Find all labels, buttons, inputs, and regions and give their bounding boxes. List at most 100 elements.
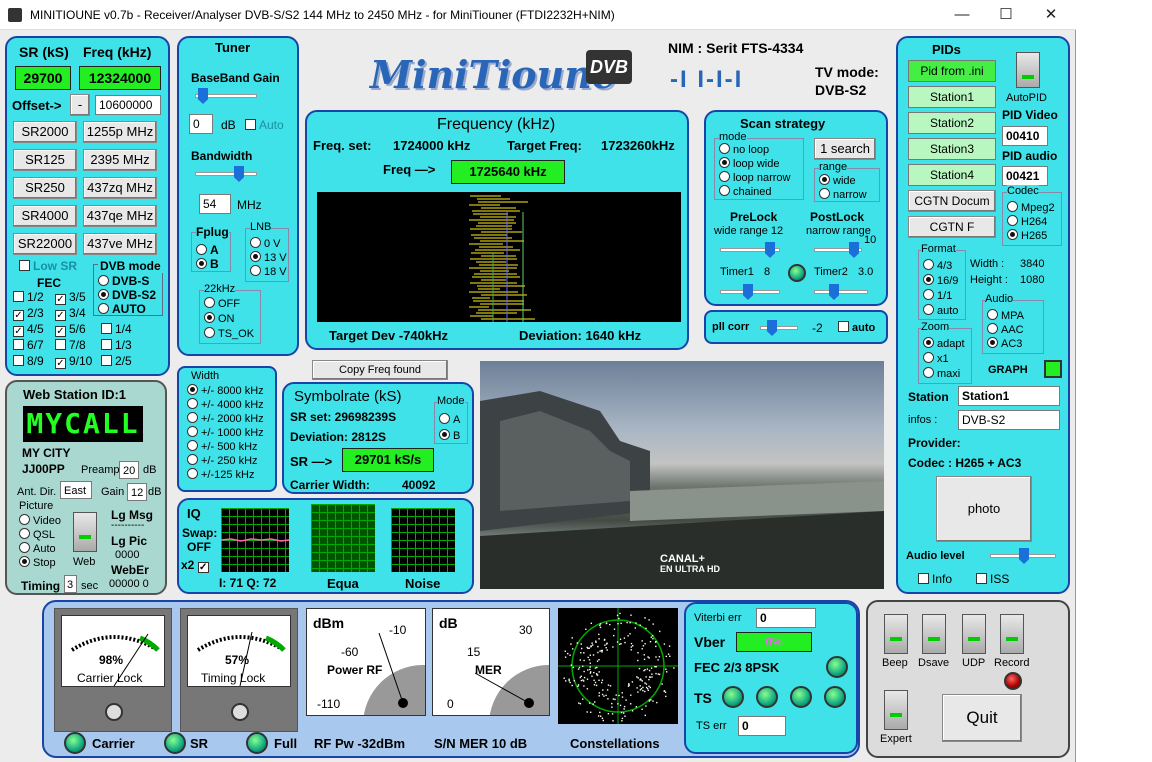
range-narrow-radio[interactable]: narrow <box>819 188 867 201</box>
station-input[interactable]: Station1 <box>958 386 1060 406</box>
fec-check[interactable]: ✓ <box>13 326 24 337</box>
fec-2-5-checkbox[interactable]: 2/5 <box>101 354 132 368</box>
pic-video-radio[interactable]: Video <box>19 514 61 527</box>
sr-preset-button[interactable]: SR4000 <box>13 205 77 227</box>
fec-check[interactable] <box>13 291 24 302</box>
freq-value[interactable]: 12324000 <box>79 66 161 90</box>
codec-h264-radio[interactable]: H264 <box>1007 215 1047 228</box>
pid-audio-input[interactable]: 00421 <box>1002 166 1048 186</box>
scan-noloop-radio[interactable]: no loop <box>719 143 769 156</box>
minimize-button[interactable]: — <box>942 4 982 26</box>
prelock-slider[interactable] <box>720 242 780 258</box>
freq-preset-button[interactable]: 1255p MHz <box>83 121 157 143</box>
dvb-s-radio[interactable]: DVB-S <box>98 274 149 288</box>
carrier-reset-button[interactable] <box>105 703 123 721</box>
dvb-s2-radio[interactable]: DVB-S2 <box>98 288 156 302</box>
zoom-maxi-radio[interactable]: maxi <box>923 367 960 380</box>
fec-checkbox[interactable]: ✓ 5/6 <box>55 322 86 337</box>
format-169-radio[interactable]: 16/9 <box>923 274 958 287</box>
fec-checkbox[interactable]: ✓ 2/3 <box>13 306 44 321</box>
freq-preset-button[interactable]: 2395 MHz <box>83 149 157 171</box>
cgtn-f-button[interactable]: CGTN F <box>908 216 996 238</box>
width-option-radio[interactable]: +/-125 kHz <box>187 468 255 481</box>
pic-stop-radio[interactable]: Stop <box>19 556 56 569</box>
codec-mpeg2-radio[interactable]: Mpeg2 <box>1007 201 1055 214</box>
fec-checkbox[interactable]: 7/8 <box>55 338 86 352</box>
timer2-slider[interactable] <box>814 284 868 300</box>
station2-button[interactable]: Station2 <box>908 112 996 134</box>
bb-gain-slider[interactable] <box>195 88 257 104</box>
timing-input[interactable]: 3 <box>64 575 77 593</box>
fec-checkbox[interactable]: ✓ 4/5 <box>13 322 44 337</box>
timing-reset-button[interactable] <box>231 703 249 721</box>
sr-value[interactable]: 29700 <box>15 66 71 90</box>
freq-preset-button[interactable]: 437qe MHz <box>83 205 157 227</box>
iss-checkbox[interactable]: ISS <box>976 572 1009 586</box>
format-43-radio[interactable]: 4/3 <box>923 259 952 272</box>
x2-checkbox[interactable]: x2 ✓ <box>181 558 212 573</box>
graph-toggle[interactable] <box>1044 360 1062 378</box>
codec-h265-radio[interactable]: H265 <box>1007 229 1047 242</box>
web-toggle[interactable] <box>73 512 97 552</box>
sr-preset-button[interactable]: SR250 <box>13 177 77 199</box>
scan-loopnarrow-radio[interactable]: loop narrow <box>719 171 790 184</box>
search-button[interactable]: 1 search <box>814 138 876 160</box>
photo-button[interactable]: photo <box>936 476 1032 542</box>
width-option-radio[interactable]: +/- 1000 kHz <box>187 426 264 439</box>
offset-sign-button[interactable]: - <box>70 94 90 116</box>
fec-check[interactable]: ✓ <box>55 358 66 369</box>
quit-button[interactable]: Quit <box>942 694 1022 742</box>
width-option-radio[interactable]: +/- 500 kHz <box>187 440 258 453</box>
freq-preset-button[interactable]: 437zq MHz <box>83 177 157 199</box>
fplug-a-radio[interactable]: A <box>196 243 219 257</box>
copy-freq-button[interactable]: Copy Freq found <box>312 360 448 380</box>
width-option-radio[interactable]: +/- 8000 kHz <box>187 384 264 397</box>
width-option-radio[interactable]: +/- 2000 kHz <box>187 412 264 425</box>
beep-toggle[interactable] <box>884 614 908 654</box>
sr-preset-button[interactable]: SR22000 <box>13 233 77 255</box>
pid-from-ini-button[interactable]: Pid from .ini <box>908 60 996 82</box>
22khz-off-radio[interactable]: OFF <box>204 297 240 310</box>
cgtn-docum-button[interactable]: CGTN Docum <box>908 190 996 212</box>
fplug-b-radio[interactable]: B <box>196 257 219 271</box>
audio-ac3-radio[interactable]: AC3 <box>987 337 1022 350</box>
pic-auto-radio[interactable]: Auto <box>19 542 56 555</box>
dvb-auto-radio[interactable]: AUTO <box>98 302 146 316</box>
bandwidth-slider[interactable] <box>195 166 257 182</box>
22khz-on-radio[interactable]: ON <box>204 312 235 325</box>
infos-input[interactable]: DVB-S2 <box>958 410 1060 430</box>
expert-toggle[interactable] <box>884 690 908 730</box>
22khz-tsok-radio[interactable]: TS_OK <box>204 327 254 340</box>
close-button[interactable]: ✕ <box>1031 4 1071 26</box>
scan-loopwide-radio[interactable]: loop wide <box>719 157 779 170</box>
lnb-13v-radio[interactable]: 13 V <box>250 251 287 264</box>
fec-check[interactable] <box>13 355 24 366</box>
pll-auto-checkbox[interactable]: auto <box>838 321 875 334</box>
bandwidth-input[interactable]: 54 <box>199 194 231 214</box>
fec-check[interactable] <box>55 339 66 350</box>
timer1-slider[interactable] <box>720 284 780 300</box>
offset-input[interactable]: 10600000 <box>95 95 161 115</box>
preamp-input[interactable]: 20 <box>119 461 139 479</box>
gain-input[interactable]: 12 <box>127 483 147 501</box>
low-sr-checkbox[interactable]: Low SR <box>19 259 77 273</box>
audio-level-slider[interactable] <box>990 548 1056 564</box>
audio-mpa-radio[interactable]: MPA <box>987 309 1024 322</box>
maximize-button[interactable]: ☐ <box>986 4 1026 26</box>
width-option-radio[interactable]: +/- 4000 kHz <box>187 398 264 411</box>
fec-checkbox[interactable]: 6/7 <box>13 338 44 352</box>
fec-checkbox[interactable]: ✓ 3/4 <box>55 306 86 321</box>
sr-preset-button[interactable]: SR2000 <box>13 121 77 143</box>
udp-toggle[interactable] <box>962 614 986 654</box>
pid-video-input[interactable]: 00410 <box>1002 126 1048 146</box>
scan-chained-radio[interactable]: chained <box>719 185 772 198</box>
format-11-radio[interactable]: 1/1 <box>923 289 952 302</box>
lnb-18v-radio[interactable]: 18 V <box>250 265 287 278</box>
station1-button[interactable]: Station1 <box>908 86 996 108</box>
station4-button[interactable]: Station4 <box>908 164 996 186</box>
fec-checkbox[interactable]: 1/2 <box>13 290 44 304</box>
fec-1-3-checkbox[interactable]: 1/3 <box>101 338 132 352</box>
sr-preset-button[interactable]: SR125 <box>13 149 77 171</box>
pic-qsl-radio[interactable]: QSL <box>19 528 55 541</box>
fec-checkbox[interactable]: ✓ 9/10 <box>55 354 92 369</box>
